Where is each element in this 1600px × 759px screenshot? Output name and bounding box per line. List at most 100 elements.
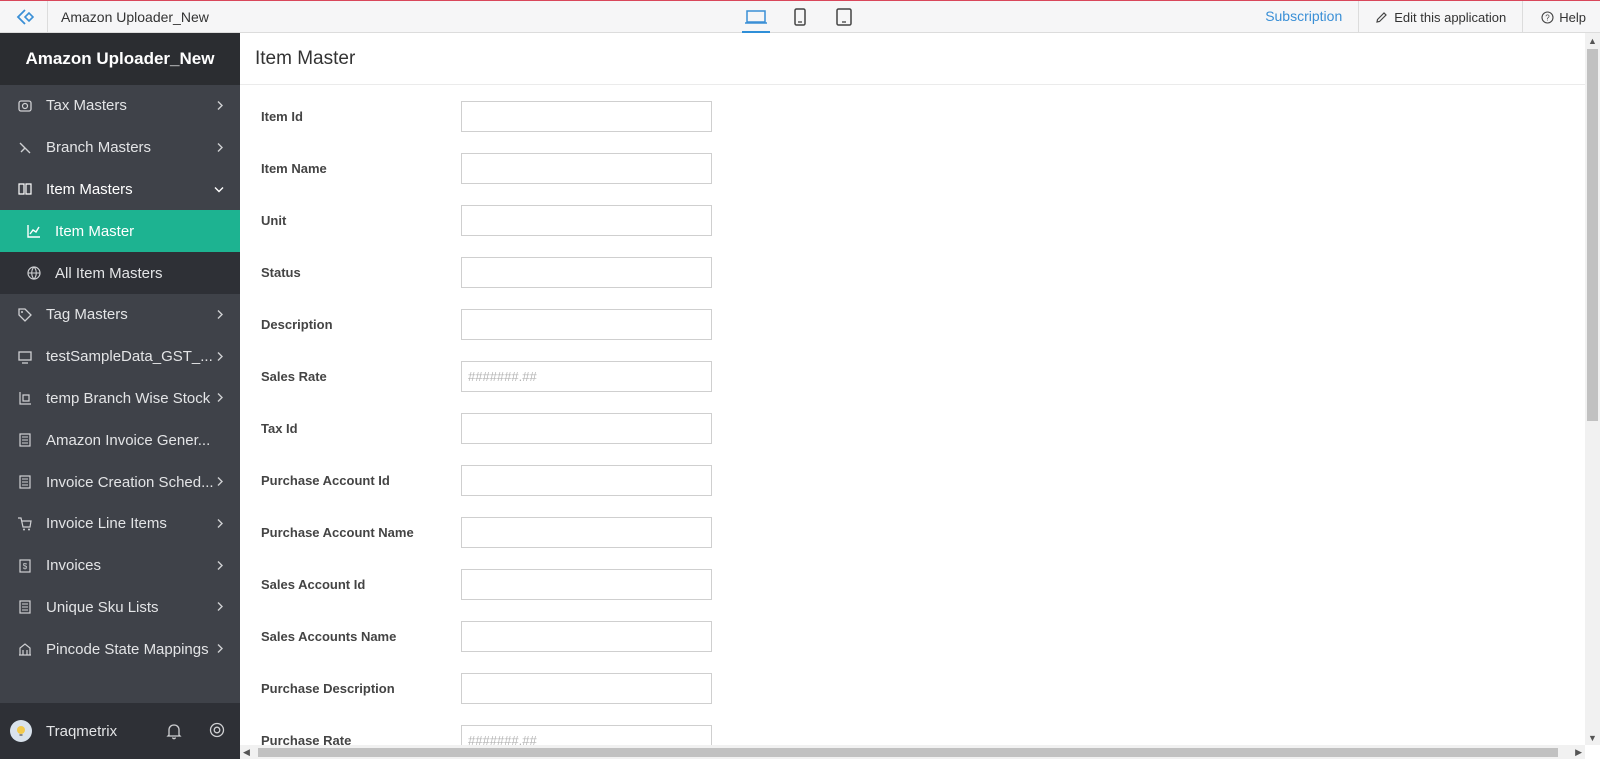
- sidebar-item-temp-branch-wise-stock[interactable]: temp Branch Wise Stock: [0, 378, 240, 420]
- cart-icon: [16, 515, 34, 533]
- sidebar-item-label: Tax Masters: [46, 97, 127, 115]
- top-bar: Amazon Uploader_New Subscription Edit th…: [0, 0, 1600, 33]
- edit-application-button[interactable]: Edit this application: [1359, 1, 1524, 33]
- unit-input[interactable]: [461, 205, 712, 236]
- pencil-icon: [1376, 11, 1388, 23]
- form-row-purchase-account-id: Purchase Account Id: [240, 465, 1585, 497]
- globe-icon: [25, 264, 43, 282]
- item-id-input[interactable]: [461, 101, 712, 132]
- notification-bell-icon[interactable]: [166, 722, 182, 744]
- tax-icon: [16, 97, 34, 115]
- desktop-view-button[interactable]: [742, 1, 770, 33]
- form-row-sales-rate: Sales Rate #######.##: [240, 361, 1585, 393]
- description-input[interactable]: [461, 309, 712, 340]
- sidebar-item-branch-masters[interactable]: Branch Masters: [0, 127, 240, 169]
- status-input[interactable]: [461, 257, 712, 288]
- sidebar-item-label: temp Branch Wise Stock: [46, 389, 211, 407]
- sidebar-item-label: Unique Sku Lists: [46, 598, 159, 616]
- chevron-right-icon: [216, 599, 224, 616]
- sidebar-item-item-master[interactable]: Item Master: [0, 210, 240, 253]
- form-row-purchase-description: Purchase Description: [240, 673, 1585, 705]
- svg-text:$: $: [23, 562, 28, 571]
- field-label: Sales Accounts Name: [261, 629, 397, 644]
- field-label: Tax Id: [261, 421, 298, 436]
- sidebar-item-label: Invoices: [46, 557, 102, 575]
- sidebar-item-unique-sku-lists[interactable]: Unique Sku Lists: [0, 587, 240, 629]
- sidebar-footer: Traqmetrix: [0, 703, 240, 759]
- sidebar-item-item-masters[interactable]: Item Masters: [0, 169, 240, 211]
- sidebar-item-label: Tag Masters: [46, 306, 128, 324]
- scroll-up-icon[interactable]: ▲: [1588, 36, 1597, 46]
- sales-rate-input[interactable]: #######.##: [461, 361, 712, 392]
- sidebar-item-label: Pincode State Mappings: [46, 640, 209, 658]
- form-row-tax-id: Tax Id: [240, 413, 1585, 445]
- horizontal-scroll-thumb[interactable]: [258, 748, 1558, 757]
- sidebar-item-amazon-invoice-generator[interactable]: Amazon Invoice Gener...: [0, 419, 240, 461]
- bulb-icon: [17, 726, 25, 736]
- sidebar-item-label: Branch Masters: [46, 139, 152, 157]
- sales-account-id-input[interactable]: [461, 569, 712, 600]
- purchase-description-input[interactable]: [461, 673, 712, 704]
- tablet-view-button[interactable]: [830, 1, 858, 33]
- page-header: Item Master: [240, 33, 1585, 85]
- form-row-item-id: Item Id: [240, 101, 1585, 133]
- form-row-unit: Unit: [240, 205, 1585, 237]
- chevron-right-icon: [216, 515, 224, 532]
- tax-id-input[interactable]: [461, 413, 712, 444]
- sidebar-item-label: testSampleData_GST_...: [46, 348, 213, 366]
- chevron-right-icon: [216, 348, 224, 365]
- back-logo-icon: [16, 9, 34, 25]
- back-to-apps-button[interactable]: [0, 1, 48, 33]
- sidebar-item-invoices[interactable]: $ Invoices: [0, 545, 240, 587]
- sidebar-item-all-item-masters[interactable]: All Item Masters: [0, 252, 240, 294]
- sales-accounts-name-input[interactable]: [461, 621, 712, 652]
- scroll-left-icon[interactable]: ◀: [243, 747, 250, 758]
- branch-icon: [16, 139, 34, 157]
- sidebar-item-label: All Item Masters: [55, 264, 163, 282]
- field-label: Sales Rate: [261, 369, 327, 384]
- app-title: Amazon Uploader_New: [61, 9, 209, 25]
- sidebar-item-pincode-state-mappings[interactable]: Pincode State Mappings: [0, 628, 240, 670]
- stock-icon: [16, 389, 34, 407]
- vertical-scroll-thumb[interactable]: [1587, 49, 1598, 421]
- help-button[interactable]: ? Help: [1523, 1, 1600, 33]
- chevron-right-icon: [216, 306, 224, 323]
- chevron-right-icon: [216, 139, 224, 156]
- laptop-icon: [745, 10, 767, 24]
- form-row-sales-accounts-name: Sales Accounts Name: [240, 621, 1585, 653]
- chevron-right-icon: [216, 641, 224, 658]
- svg-text:?: ?: [1546, 13, 1551, 22]
- sidebar-app-name: Amazon Uploader_New: [0, 33, 240, 85]
- form-row-description: Description: [240, 309, 1585, 341]
- sidebar-item-label: Invoice Line Items: [46, 515, 167, 533]
- sidebar-item-invoice-creation-scheduler[interactable]: Invoice Creation Sched...: [0, 461, 240, 503]
- vertical-scrollbar[interactable]: ▲ ▼: [1585, 33, 1600, 745]
- sidebar-item-testsampledata[interactable]: testSampleData_GST_...: [0, 336, 240, 378]
- horizontal-scrollbar[interactable]: ◀ ▶: [240, 745, 1585, 759]
- sidebar-item-tax-masters[interactable]: Tax Masters: [0, 85, 240, 127]
- user-name: Traqmetrix: [46, 722, 118, 740]
- sidebar-item-label: Amazon Invoice Gener...: [46, 431, 211, 449]
- item-name-input[interactable]: [461, 153, 712, 184]
- phone-icon: [794, 8, 806, 26]
- subscription-link[interactable]: Subscription: [1249, 1, 1360, 33]
- sidebar-item-invoice-line-items[interactable]: Invoice Line Items: [0, 503, 240, 545]
- chevron-down-icon: [214, 181, 224, 198]
- purchase-account-name-input[interactable]: [461, 517, 712, 548]
- field-label: Item Name: [261, 161, 327, 176]
- main-content: Item Master Item Id Item Name Unit Statu…: [240, 33, 1585, 756]
- tablet-icon: [836, 8, 852, 26]
- user-avatar[interactable]: [10, 720, 32, 742]
- mobile-view-button[interactable]: [786, 1, 814, 33]
- chart-icon: [25, 222, 43, 240]
- monitor-icon: [16, 348, 34, 366]
- help-icon: ?: [1541, 10, 1554, 24]
- sidebar-item-tag-masters[interactable]: Tag Masters: [0, 294, 240, 336]
- scroll-right-icon[interactable]: ▶: [1575, 747, 1582, 758]
- form-row-status: Status: [240, 257, 1585, 289]
- form-row-purchase-account-name: Purchase Account Name: [240, 517, 1585, 549]
- purchase-account-id-input[interactable]: [461, 465, 712, 496]
- scroll-down-icon[interactable]: ▼: [1588, 733, 1597, 743]
- building-icon: [16, 640, 34, 658]
- support-icon[interactable]: [209, 722, 225, 742]
